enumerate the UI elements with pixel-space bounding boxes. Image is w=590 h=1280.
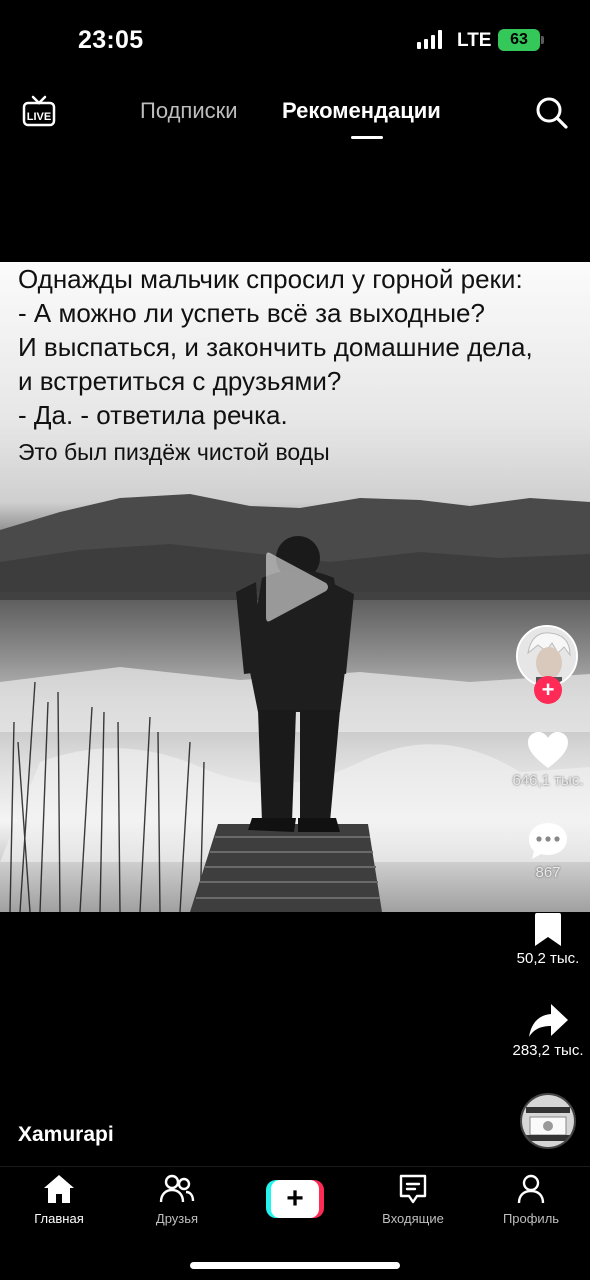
like-button[interactable]: 646,1 тыс.: [510, 730, 586, 789]
video-player[interactable]: Однажды мальчик спросил у горной реки: -…: [0, 262, 590, 912]
music-disc-icon[interactable]: [520, 1093, 576, 1149]
favorite-button[interactable]: 50,2 тыс.: [510, 912, 586, 967]
share-count: 283,2 тыс.: [512, 1042, 584, 1059]
nav-home-label: Главная: [34, 1211, 84, 1226]
sound-thumbnail: [522, 1095, 574, 1147]
live-tv-icon[interactable]: LIVE: [22, 94, 56, 128]
heart-icon: [528, 732, 568, 768]
share-button[interactable]: 283,2 тыс.: [510, 1002, 586, 1059]
favorite-count: 50,2 тыс.: [516, 950, 580, 967]
nav-profile[interactable]: Профиль: [476, 1173, 586, 1226]
comment-count: 867: [535, 864, 561, 881]
author-name[interactable]: Xamurapi: [18, 1123, 114, 1147]
status-time: 23:05: [78, 26, 144, 54]
battery-level: 63: [510, 31, 528, 48]
profile-icon: [517, 1174, 545, 1204]
top-nav: LIVE Подписки Рекомендации: [0, 90, 590, 150]
inbox-icon: [399, 1174, 427, 1204]
share-arrow-icon: [529, 1004, 568, 1037]
tab-following[interactable]: Подписки: [140, 98, 238, 124]
search-icon[interactable]: [533, 94, 569, 130]
nav-home[interactable]: Главная: [4, 1173, 114, 1226]
nav-friends[interactable]: Друзья: [122, 1173, 232, 1226]
create-plus-icon: +: [271, 1180, 319, 1218]
nav-profile-label: Профиль: [502, 1211, 560, 1226]
status-bar: 23:05 LTE 63: [0, 0, 590, 80]
caption-line: - Да. - ответила речка.: [18, 400, 288, 430]
play-icon[interactable]: [262, 547, 332, 627]
comment-icon: [529, 823, 567, 859]
caption-line: Однажды мальчик спросил у горной реки:: [18, 264, 523, 294]
comment-button[interactable]: 867: [510, 820, 586, 881]
network-type: LTE: [457, 30, 492, 51]
bookmark-icon: [535, 913, 561, 946]
tab-recommendations[interactable]: Рекомендации: [282, 98, 441, 124]
signal-icon: [417, 29, 442, 49]
caption-line: И выспаться, и закончить домашние дела,: [18, 332, 533, 362]
friends-icon: [159, 1174, 195, 1203]
svg-text:LIVE: LIVE: [27, 111, 51, 123]
caption-punchline: Это был пиздёж чистой воды: [18, 439, 330, 465]
active-tab-indicator: [351, 136, 383, 139]
create-button[interactable]: +: [266, 1180, 324, 1218]
caption-line: и встретиться с друзьями?: [18, 366, 342, 396]
follow-plus-button[interactable]: +: [534, 676, 562, 704]
like-count: 646,1 тыс.: [512, 772, 584, 789]
video-caption-overlay: Однажды мальчик спросил у горной реки: -…: [18, 262, 588, 432]
battery-icon: 63: [498, 29, 544, 51]
caption-line: - А можно ли успеть всё за выходные?: [18, 298, 485, 328]
home-icon: [44, 1175, 74, 1203]
nav-inbox-label: Входящие: [382, 1211, 444, 1226]
home-indicator[interactable]: [190, 1262, 400, 1269]
nav-inbox[interactable]: Входящие: [358, 1173, 468, 1226]
nav-friends-label: Друзья: [155, 1211, 199, 1226]
